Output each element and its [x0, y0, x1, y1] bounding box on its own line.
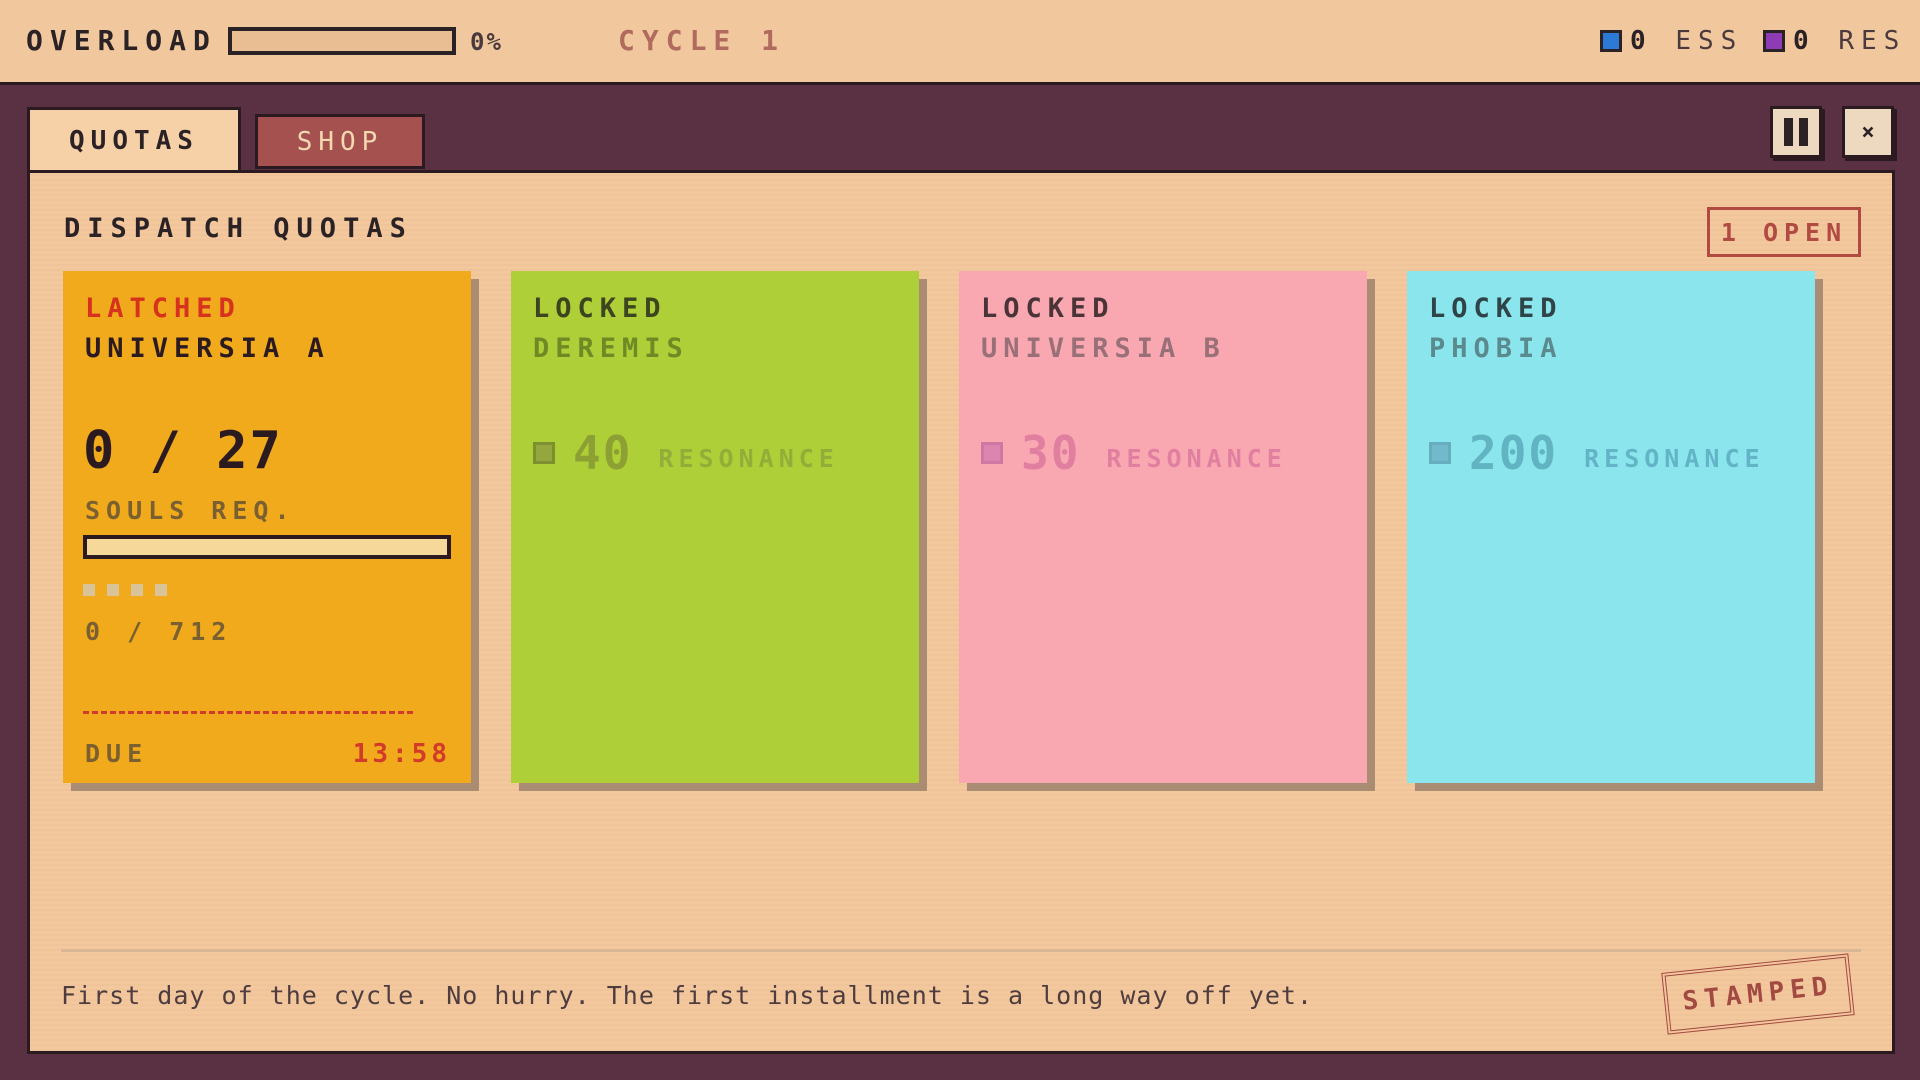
resonance-icon: [1763, 30, 1785, 52]
quotas-panel: DISPATCH QUOTAS 1 OPEN LATCHED UNIVERSIA…: [27, 170, 1895, 1054]
souls-label: SOULS REQ.: [85, 496, 296, 525]
overload-meter: [228, 27, 456, 55]
pip: [83, 584, 95, 596]
quota-card-universia-b[interactable]: LOCKED UNIVERSIA B 30 RESONANCE: [959, 271, 1367, 783]
resonance-count: 0: [1793, 26, 1816, 56]
unlock-cost: 30 RESONANCE: [981, 426, 1287, 480]
overload-label: OVERLOAD: [26, 24, 217, 57]
due-label: DUE: [85, 739, 149, 768]
unlock-cost: 40 RESONANCE: [533, 426, 839, 480]
card-name: UNIVERSIA B: [981, 333, 1226, 364]
card-status: LOCKED: [981, 293, 1115, 324]
installment-pips: [83, 584, 179, 596]
pip: [155, 584, 167, 596]
resonance-counter: 0 RES: [1763, 24, 1906, 58]
pause-button[interactable]: [1770, 106, 1822, 158]
open-count-badge: 1 OPEN: [1707, 207, 1861, 257]
resonance-icon: [981, 442, 1003, 464]
unlock-cost: 200 RESONANCE: [1429, 426, 1765, 480]
card-name: DEREMIS: [533, 333, 689, 364]
pip: [131, 584, 143, 596]
status-message: First day of the cycle. No hurry. The fi…: [61, 981, 1313, 1010]
card-name: PHOBIA: [1429, 333, 1563, 364]
card-status: LATCHED: [85, 293, 241, 324]
essence-counter: 0 ESS: [1600, 24, 1743, 58]
due-time: 13:58: [352, 739, 451, 769]
cost-amount: 30: [1021, 426, 1081, 480]
dashed-divider: [83, 711, 413, 714]
cycle-indicator: CYCLE 1: [618, 24, 786, 57]
tab-quotas[interactable]: QUOTAS: [27, 107, 241, 171]
stamped-seal: STAMPED: [1661, 953, 1855, 1035]
quota-card-deremis[interactable]: LOCKED DEREMIS 40 RESONANCE: [511, 271, 919, 783]
cost-unit: RESONANCE: [658, 443, 839, 473]
tab-shop[interactable]: SHOP: [255, 114, 425, 169]
card-status: LOCKED: [1429, 293, 1563, 324]
close-button[interactable]: ×: [1842, 106, 1894, 158]
resonance-icon: [1429, 442, 1451, 464]
souls-count: 0 / 27: [83, 421, 283, 481]
footer-divider: [61, 949, 1861, 952]
quota-card-phobia[interactable]: LOCKED PHOBIA 200 RESONANCE: [1407, 271, 1815, 783]
cost-amount: 200: [1469, 426, 1559, 480]
top-status-bar: OVERLOAD 0% CYCLE 1 0 ESS 0 RES: [0, 0, 1920, 85]
resonance-icon: [533, 442, 555, 464]
card-name: UNIVERSIA A: [85, 333, 330, 364]
cost-unit: RESONANCE: [1584, 443, 1765, 473]
cost-unit: RESONANCE: [1106, 443, 1287, 473]
resonance-unit: RES: [1838, 26, 1907, 56]
cost-amount: 40: [573, 426, 633, 480]
pip: [107, 584, 119, 596]
quota-progress: 0 / 712: [85, 617, 233, 646]
quota-card-universia-a[interactable]: LATCHED UNIVERSIA A 0 / 27 SOULS REQ. 0 …: [63, 271, 471, 783]
souls-progress-bar: [83, 535, 451, 559]
pause-icon: [1784, 118, 1793, 146]
essence-unit: ESS: [1675, 26, 1744, 56]
card-status: LOCKED: [533, 293, 667, 324]
essence-count: 0: [1630, 26, 1653, 56]
panel-title: DISPATCH QUOTAS: [64, 213, 413, 244]
essence-icon: [1600, 30, 1622, 52]
overload-percent: 0%: [470, 28, 503, 56]
